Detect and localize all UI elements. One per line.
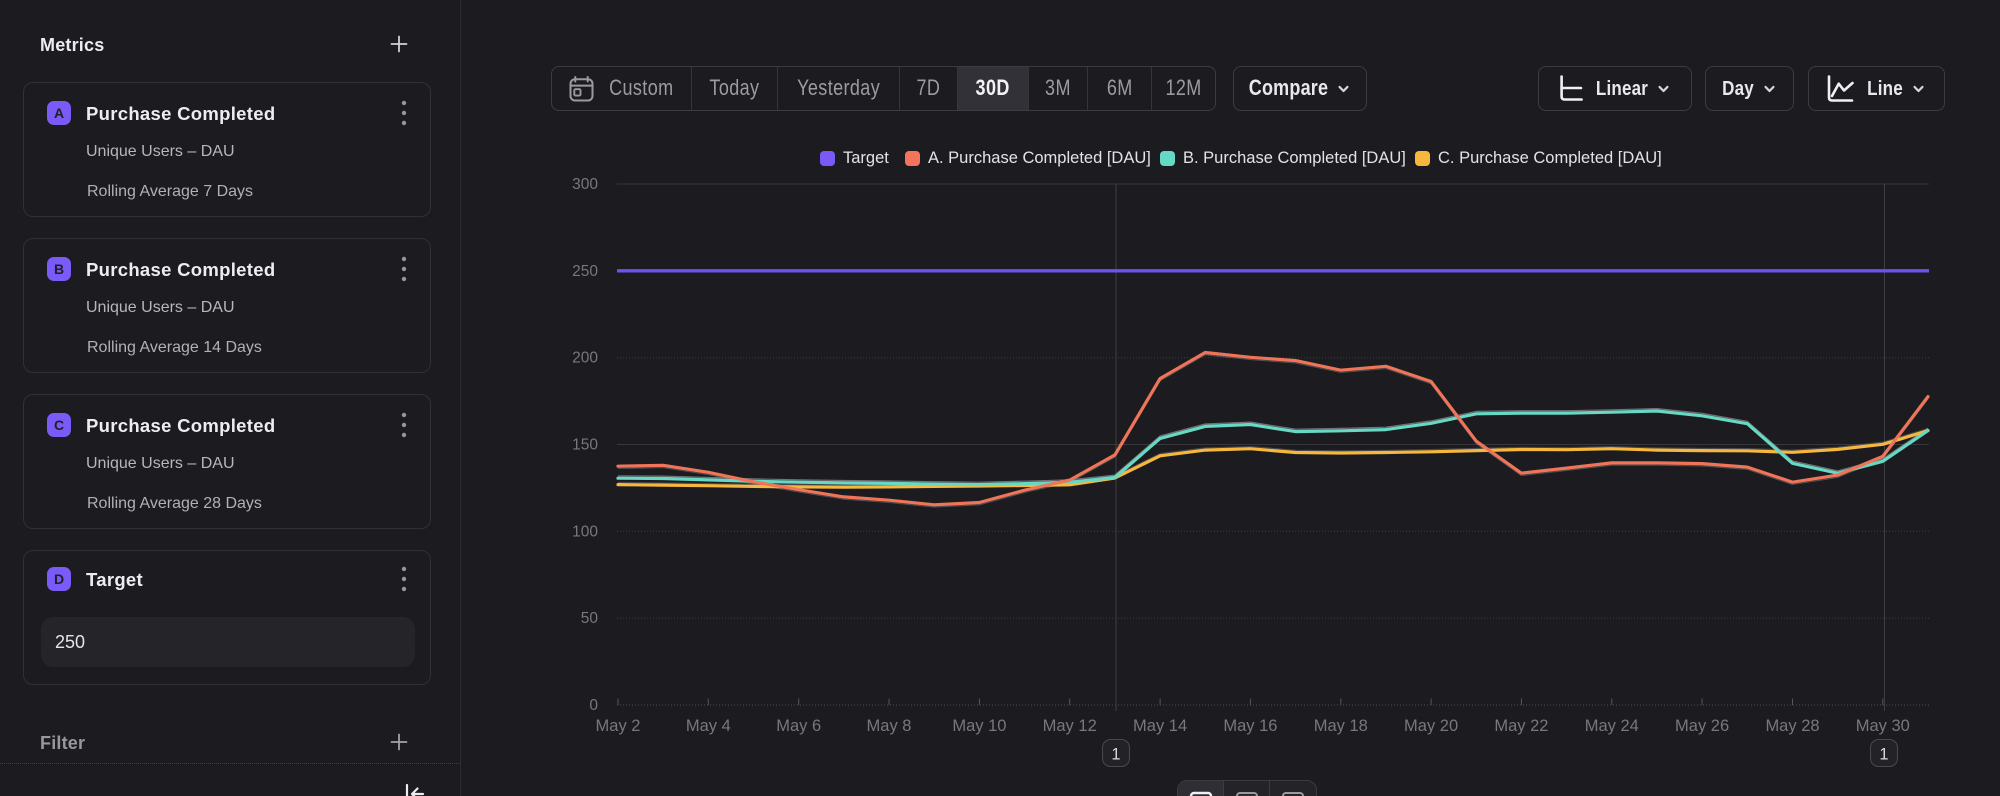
svg-text:May 4: May 4	[686, 717, 731, 735]
svg-text:May 16: May 16	[1223, 717, 1277, 735]
svg-text:May 22: May 22	[1494, 717, 1548, 735]
svg-text:May 24: May 24	[1585, 717, 1639, 735]
svg-text:150: 150	[572, 437, 598, 454]
svg-text:May 28: May 28	[1765, 717, 1819, 735]
svg-text:0: 0	[589, 697, 598, 714]
svg-text:May 30: May 30	[1856, 717, 1910, 735]
svg-text:250: 250	[572, 263, 598, 280]
svg-text:May 2: May 2	[596, 717, 641, 735]
svg-text:100: 100	[572, 523, 598, 540]
svg-text:May 18: May 18	[1314, 717, 1368, 735]
svg-text:May 26: May 26	[1675, 717, 1729, 735]
svg-text:May 20: May 20	[1404, 717, 1458, 735]
svg-text:May 14: May 14	[1133, 717, 1187, 735]
svg-text:1: 1	[1879, 746, 1888, 764]
svg-text:May 8: May 8	[867, 717, 912, 735]
svg-text:May 10: May 10	[952, 717, 1006, 735]
svg-text:May 6: May 6	[776, 717, 821, 735]
svg-text:50: 50	[581, 610, 599, 627]
svg-text:1: 1	[1111, 746, 1120, 764]
svg-text:May 12: May 12	[1043, 717, 1097, 735]
svg-text:200: 200	[572, 350, 598, 367]
svg-text:300: 300	[572, 176, 598, 193]
